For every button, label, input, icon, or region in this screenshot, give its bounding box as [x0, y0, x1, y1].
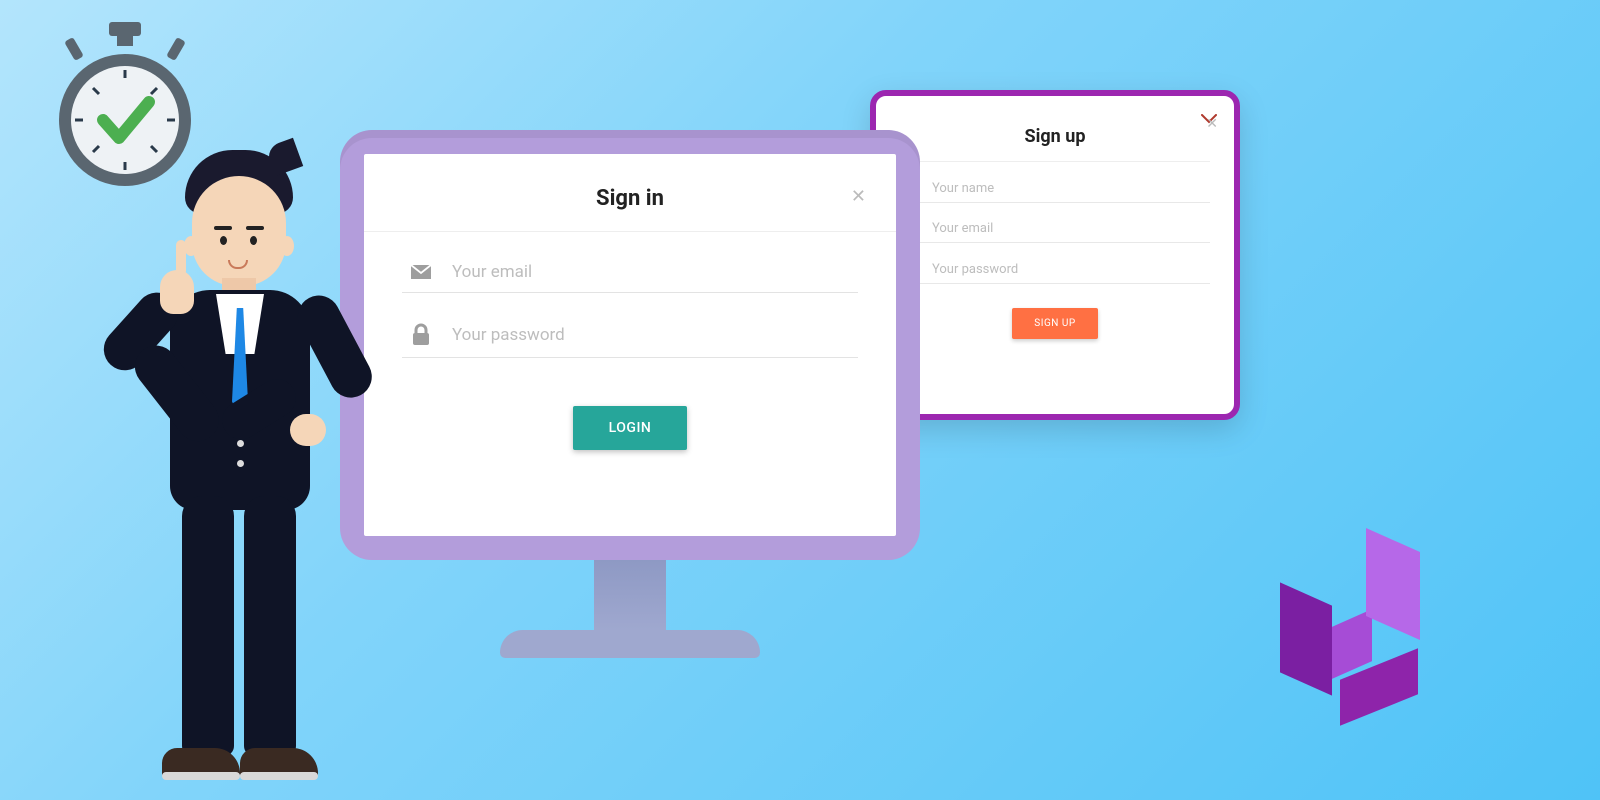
signup-email-field[interactable]: Your email	[900, 203, 1210, 243]
placeholder-text: Your password	[932, 262, 1018, 277]
monitor-neck	[594, 560, 666, 630]
signin-header: Sign in ✕	[364, 172, 896, 232]
businessman-illustration	[130, 140, 350, 780]
signup-title: Sign up	[900, 116, 1210, 162]
signup-password-field[interactable]: Your password	[900, 243, 1210, 284]
signup-name-field[interactable]: Your name	[900, 162, 1210, 203]
signin-title: Sign in	[596, 186, 664, 211]
envelope-icon	[408, 263, 434, 281]
lock-icon	[408, 323, 434, 347]
brand-logo-icon	[1280, 540, 1440, 740]
close-icon[interactable]: ✕	[1206, 116, 1218, 132]
signin-email-field[interactable]: Your email	[402, 232, 858, 293]
signup-button[interactable]: SIGN UP	[1012, 308, 1097, 339]
placeholder-text: Your email	[932, 221, 993, 236]
login-button[interactable]: LOGIN	[573, 406, 688, 450]
signin-dialog: Sign in ✕ Your email Your password LOGIN	[364, 154, 896, 536]
monitor-illustration: Sign in ✕ Your email Your password LOGIN	[340, 130, 920, 658]
signin-password-field[interactable]: Your password	[402, 293, 858, 358]
monitor-base	[500, 630, 760, 658]
signup-dialog: Sign up ✕ Your name Your email Your pass…	[870, 90, 1240, 420]
monitor-bezel: Sign in ✕ Your email Your password LOGIN	[340, 130, 920, 560]
placeholder-text: Your email	[452, 262, 532, 282]
placeholder-text: Your password	[452, 325, 565, 345]
placeholder-text: Your name	[932, 181, 994, 196]
close-icon[interactable]: ✕	[851, 186, 866, 207]
